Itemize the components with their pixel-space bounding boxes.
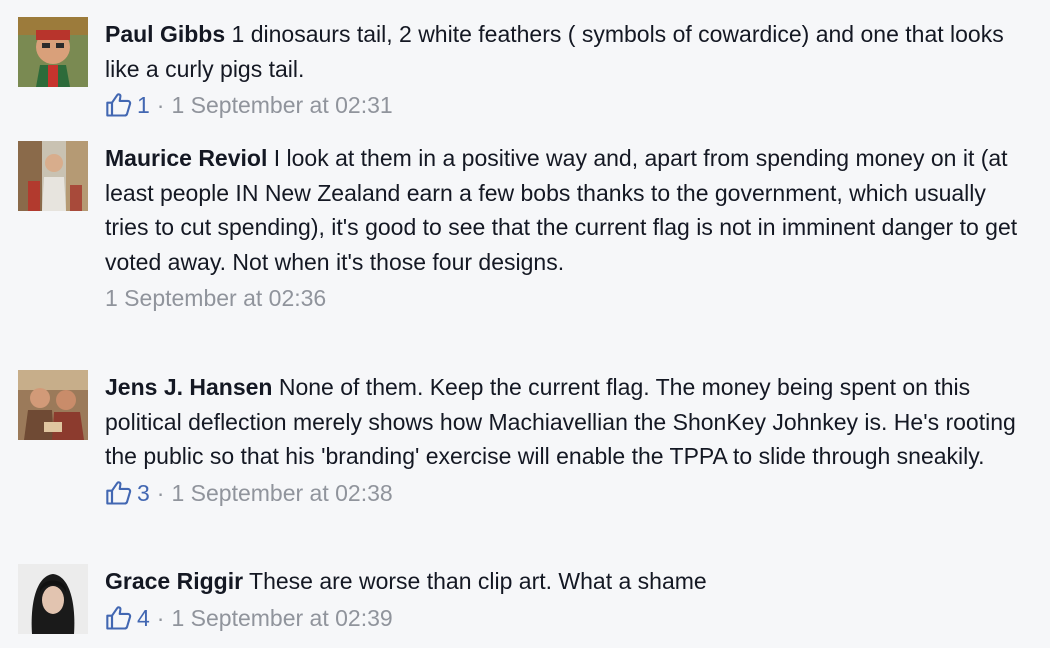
avatar-image bbox=[18, 370, 88, 440]
comment-author[interactable]: Paul Gibbs bbox=[105, 21, 225, 47]
comment-author[interactable]: Maurice Reviol bbox=[105, 145, 267, 171]
comment-timestamp[interactable]: 1 September at 02:38 bbox=[171, 477, 392, 509]
comment-meta: 1 · 1 September at 02:31 bbox=[105, 89, 1030, 121]
thumbs-up-icon bbox=[106, 605, 132, 630]
avatar[interactable] bbox=[18, 370, 88, 440]
comment-text: These are worse than clip art. What a sh… bbox=[249, 568, 707, 594]
like-count: 3 bbox=[137, 479, 150, 506]
meta-separator: · bbox=[156, 479, 165, 506]
comment-meta: 4 · 1 September at 02:39 bbox=[105, 602, 1030, 634]
comment-meta: 3 · 1 September at 02:38 bbox=[105, 477, 1030, 509]
avatar-image bbox=[18, 564, 88, 634]
comment-author[interactable]: Jens J. Hansen bbox=[105, 374, 272, 400]
comment-timestamp[interactable]: 1 September at 02:31 bbox=[171, 89, 392, 121]
like-count: 4 bbox=[137, 604, 150, 631]
comment: Paul Gibbs 1 dinosaurs tail, 2 white fea… bbox=[18, 17, 1030, 121]
comment-timestamp[interactable]: 1 September at 02:36 bbox=[105, 282, 326, 314]
comment-list: Paul Gibbs 1 dinosaurs tail, 2 white fea… bbox=[0, 0, 1050, 648]
avatar[interactable] bbox=[18, 17, 88, 87]
like-count-link[interactable]: 3 bbox=[105, 477, 150, 509]
like-count: 1 bbox=[137, 92, 150, 118]
like-count-link[interactable]: 1 bbox=[105, 89, 150, 121]
like-count-link[interactable]: 4 bbox=[105, 602, 150, 634]
avatar-image bbox=[18, 141, 88, 211]
meta-separator: · bbox=[156, 92, 165, 118]
thumbs-up-icon bbox=[106, 93, 132, 117]
meta-separator: · bbox=[156, 604, 165, 631]
comment-meta: 1 September at 02:36 bbox=[105, 282, 1030, 314]
comment: Grace Riggir These are worse than clip a… bbox=[18, 564, 1030, 634]
comment: Maurice Reviol I look at them in a posit… bbox=[18, 141, 1030, 314]
comment-author[interactable]: Grace Riggir bbox=[105, 568, 243, 594]
comment-text: 1 dinosaurs tail, 2 white feathers ( sym… bbox=[105, 21, 1004, 82]
avatar-image bbox=[18, 17, 88, 87]
comment: Jens J. Hansen None of them. Keep the cu… bbox=[18, 370, 1030, 509]
avatar[interactable] bbox=[18, 564, 88, 634]
comment-timestamp[interactable]: 1 September at 02:39 bbox=[171, 602, 392, 634]
avatar[interactable] bbox=[18, 141, 88, 211]
thumbs-up-icon bbox=[106, 480, 132, 505]
